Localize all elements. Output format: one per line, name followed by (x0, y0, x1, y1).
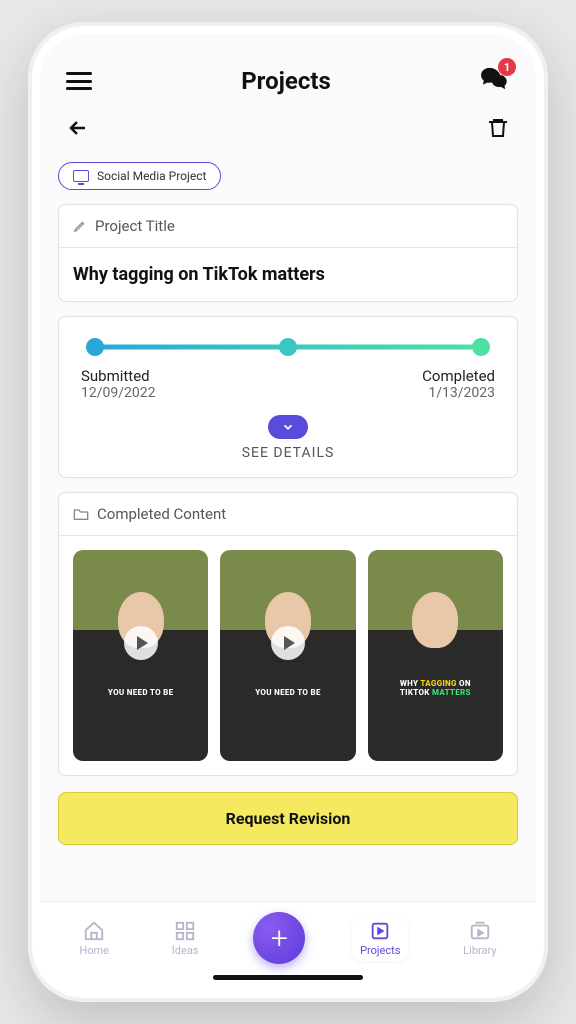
plus-icon: + (271, 921, 288, 956)
back-button[interactable] (66, 116, 90, 144)
project-title-header: Project Title (59, 205, 517, 248)
ideas-icon (174, 920, 196, 942)
thumb-face (412, 592, 458, 648)
nav-home[interactable]: Home (71, 916, 117, 961)
progress-labels: Submitted 12/09/2022 Completed 1/13/2023 (77, 367, 499, 401)
nav-ideas-label: Ideas (172, 944, 199, 957)
delete-button[interactable] (486, 116, 510, 144)
arrow-left-icon (66, 116, 90, 140)
home-icon (83, 920, 105, 942)
monitor-icon (73, 170, 89, 182)
phone-frame: Projects 1 Social Media Project (28, 22, 548, 1002)
progress-left-date: 12/09/2022 (81, 385, 156, 401)
menu-button[interactable] (66, 72, 92, 90)
content-scroll[interactable]: Social Media Project Project Title Why t… (40, 162, 536, 901)
nav-projects[interactable]: Projects (352, 916, 408, 961)
progress-right-date: 1/13/2023 (422, 385, 495, 401)
pencil-icon (73, 219, 87, 233)
project-title-card: Project Title Why tagging on TikTok matt… (58, 204, 518, 302)
home-indicator (213, 975, 363, 980)
progress-right: Completed 1/13/2023 (422, 367, 495, 401)
projects-icon (369, 920, 391, 942)
expand-details-button[interactable] (268, 415, 308, 439)
folder-icon (73, 507, 89, 521)
sub-header (40, 106, 536, 162)
trash-icon (486, 116, 510, 140)
nav-library[interactable]: Library (455, 916, 504, 961)
app-header: Projects 1 (40, 34, 536, 106)
content-thumb-3[interactable]: WHY TAGGING ON TIKTOK MATTERS (368, 550, 503, 761)
screen: Projects 1 Social Media Project (40, 34, 536, 990)
thumb-caption: WHY TAGGING ON TIKTOK MATTERS (368, 679, 503, 697)
progress-left: Submitted 12/09/2022 (81, 367, 156, 401)
project-title-label: Project Title (95, 217, 175, 235)
project-title-value[interactable]: Why tagging on TikTok matters (59, 248, 517, 301)
progress-right-label: Completed (422, 367, 495, 385)
nav-library-label: Library (463, 944, 496, 957)
progress-dot-mid (279, 338, 297, 356)
progress-dot-submitted (86, 338, 104, 356)
add-button[interactable]: + (253, 912, 305, 964)
progress-card: Submitted 12/09/2022 Completed 1/13/2023… (58, 316, 518, 478)
chevron-down-icon (281, 420, 295, 434)
thumb-caption: YOU NEED TO BE (220, 688, 355, 697)
completed-header-label: Completed Content (97, 505, 226, 523)
completed-content-card: Completed Content YOU NEED TO BE YOU NEE… (58, 492, 518, 776)
play-icon (124, 626, 158, 660)
completed-header: Completed Content (59, 493, 517, 536)
progress-track (95, 339, 481, 355)
content-thumb-1[interactable]: YOU NEED TO BE (73, 550, 208, 761)
progress-dot-completed (472, 338, 490, 356)
notification-badge: 1 (498, 58, 516, 76)
library-icon (469, 920, 491, 942)
nav-ideas[interactable]: Ideas (164, 916, 207, 961)
nav-home-label: Home (79, 944, 109, 957)
chip-label: Social Media Project (97, 169, 206, 183)
messages-button[interactable]: 1 (480, 66, 510, 96)
page-title: Projects (241, 67, 331, 95)
thumb-caption: YOU NEED TO BE (73, 688, 208, 697)
project-type-chip[interactable]: Social Media Project (58, 162, 221, 190)
request-revision-button[interactable]: Request Revision (58, 792, 518, 845)
content-thumb-2[interactable]: YOU NEED TO BE (220, 550, 355, 761)
play-icon (271, 626, 305, 660)
thumbnail-row: YOU NEED TO BE YOU NEED TO BE WHY TAGGIN… (59, 536, 517, 775)
nav-projects-label: Projects (360, 944, 400, 957)
progress-left-label: Submitted (81, 367, 156, 385)
see-details-label[interactable]: SEE DETAILS (77, 445, 499, 461)
